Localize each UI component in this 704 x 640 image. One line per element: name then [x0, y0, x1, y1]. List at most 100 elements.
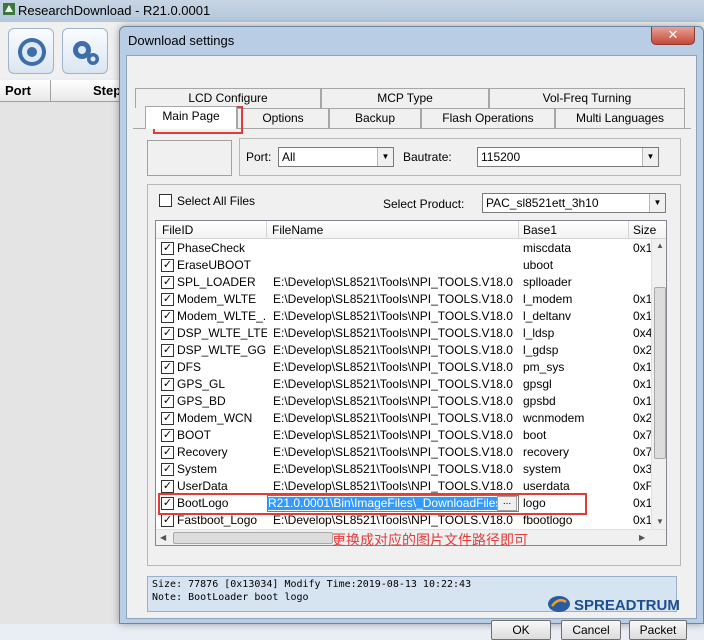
file-id-cell: BOOT: [177, 428, 212, 442]
base-cell: gpsgl: [523, 377, 552, 391]
load-packet-button[interactable]: [8, 28, 54, 74]
file-name-cell: E:\Develop\SL8521\Tools\NPI_TOOLS.V18.0.…: [273, 394, 513, 408]
baudrate-select[interactable]: 115200 ▼: [477, 147, 659, 167]
table-row[interactable]: ✓ SPL_LOADER E:\Develop\SL8521\Tools\NPI_T…: [156, 274, 652, 291]
gears-icon: [73, 41, 99, 65]
file-checkbox[interactable]: ✓: [161, 378, 174, 391]
blank-panel: [147, 140, 232, 176]
table-row[interactable]: ✓ BOOT E:\Develop\SL8521\Tools\NPI_TOOLS.V…: [156, 427, 652, 444]
file-checkbox[interactable]: ✓: [161, 310, 174, 323]
table-row[interactable]: ✓ DSP_WLTE_GGE E:\Develop\SL8521\Tools\NPI…: [156, 342, 652, 359]
column-header-filename[interactable]: FileName: [272, 223, 323, 237]
app-title: ResearchDownload - R21.0.0001: [18, 3, 211, 18]
file-name-cell: E:\Develop\SL8521\Tools\NPI_TOOLS.V18.0.…: [273, 309, 513, 323]
base-cell: uboot: [523, 258, 554, 272]
file-name-cell: E:\Develop\SL8521\Tools\NPI_TOOLS.V18.0.…: [273, 326, 513, 340]
file-id-cell: DSP_WLTE_LTE: [177, 326, 267, 340]
tab-backup[interactable]: Backup: [329, 108, 421, 128]
product-value: PAC_sl8521ett_3h10: [486, 196, 599, 210]
app-grid-body: [0, 102, 120, 624]
column-header-fileid[interactable]: FileID: [162, 223, 193, 237]
ok-button[interactable]: OK: [491, 620, 551, 640]
table-row[interactable]: ✓ Modem_WLTE_... E:\Develop\SL8521\Tools\N…: [156, 308, 652, 325]
file-name-cell: E:\Develop\SL8521\Tools\NPI_TOOLS.V18.0.…: [273, 377, 513, 391]
file-info-panel: Size: 77876 [0x13034] Modify Time:2019-0…: [147, 576, 680, 614]
scroll-thumb[interactable]: [654, 287, 666, 459]
vertical-scrollbar[interactable]: ▲ ▼: [651, 239, 666, 529]
packet-label: Packet: [639, 623, 677, 637]
packet-button[interactable]: Packet: [629, 620, 687, 640]
port-select[interactable]: All ▼: [278, 147, 394, 167]
file-checkbox[interactable]: ✓: [161, 276, 174, 289]
column-separator[interactable]: [628, 221, 629, 239]
base-cell: system: [523, 462, 562, 476]
close-icon: ✕: [667, 27, 679, 42]
scroll-up-icon[interactable]: ▲: [656, 241, 664, 250]
file-checkbox[interactable]: ✓: [161, 429, 174, 442]
tab-label: Multi Languages: [575, 111, 665, 125]
scroll-left-icon[interactable]: ◀: [160, 533, 166, 542]
table-row[interactable]: ✓ Modem_WLTE E:\Develop\SL8521\Tools\NPI_T…: [156, 291, 652, 308]
file-checkbox[interactable]: ✓: [161, 480, 174, 493]
file-id-cell: UserData: [177, 479, 228, 493]
base-cell: splloader: [523, 275, 572, 289]
close-button[interactable]: ✕: [651, 27, 695, 45]
file-checkbox[interactable]: ✓: [161, 259, 174, 272]
cancel-button[interactable]: Cancel: [561, 620, 621, 640]
file-name-cell: E:\Develop\SL8521\Tools\NPI_TOOLS.V18.0.…: [273, 479, 513, 493]
table-row[interactable]: ✓ GPS_GL E:\Develop\SL8521\Tools\NPI_TOOLS…: [156, 376, 652, 393]
select-product-label: Select Product:: [383, 197, 465, 211]
dialog-title: Download settings: [128, 33, 235, 48]
table-row[interactable]: ✓ EraseUBOOT uboot: [156, 257, 652, 274]
ok-label: OK: [512, 623, 530, 637]
tab-flash-operations[interactable]: Flash Operations: [421, 108, 555, 128]
file-checkbox[interactable]: ✓: [161, 327, 174, 340]
file-checkbox[interactable]: ✓: [161, 293, 174, 306]
column-header-size[interactable]: Size: [633, 223, 656, 237]
file-checkbox[interactable]: ✓: [161, 412, 174, 425]
column-header-base[interactable]: Base1: [523, 223, 557, 237]
tab-options[interactable]: Options: [237, 108, 329, 128]
file-name-cell: E:\Develop\SL8521\Tools\NPI_TOOLS.V18.0.…: [273, 513, 513, 527]
file-checkbox[interactable]: ✓: [161, 344, 174, 357]
tab-mcp-type[interactable]: MCP Type: [321, 88, 489, 108]
scroll-right-icon[interactable]: ▶: [639, 533, 645, 542]
scroll-thumb[interactable]: [173, 532, 333, 544]
tab-label: Flash Operations: [442, 111, 534, 125]
table-row[interactable]: ✓ System E:\Develop\SL8521\Tools\NPI_TOOLS…: [156, 461, 652, 478]
table-row[interactable]: ✓ PhaseCheck miscdata 0x1: [156, 240, 652, 257]
file-checkbox[interactable]: ✓: [161, 514, 174, 527]
scroll-down-icon[interactable]: ▼: [656, 517, 664, 526]
settings-button[interactable]: [62, 28, 108, 74]
file-checkbox[interactable]: ✓: [161, 446, 174, 459]
table-row[interactable]: ✓ Modem_WCN E:\Develop\SL8521\Tools\NPI_TO…: [156, 410, 652, 427]
file-checkbox[interactable]: ✓: [161, 463, 174, 476]
column-separator[interactable]: [518, 221, 519, 239]
chevron-down-icon: ▼: [649, 194, 665, 212]
file-id-cell: Recovery: [177, 445, 228, 459]
base-cell: userdata: [523, 479, 570, 493]
table-row[interactable]: ✓ DSP_WLTE_LTE E:\Develop\SL8521\Tools\NPI…: [156, 325, 652, 342]
base-cell: miscdata: [523, 241, 572, 255]
table-row[interactable]: ✓ DFS E:\Develop\SL8521\Tools\NPI_TOOLS.V1…: [156, 359, 652, 376]
app-grid-header: Port Step: [0, 80, 121, 102]
tab-vol-freq-turning[interactable]: Vol-Freq Turning: [489, 88, 685, 108]
file-checkbox[interactable]: ✓: [161, 395, 174, 408]
app-titlebar: ResearchDownload - R21.0.0001: [0, 0, 704, 22]
product-select[interactable]: PAC_sl8521ett_3h10 ▼: [482, 193, 666, 213]
app-icon: [3, 3, 15, 15]
file-checkbox[interactable]: ✓: [161, 242, 174, 255]
column-separator[interactable]: [266, 221, 267, 239]
select-all-checkbox[interactable]: [159, 194, 172, 207]
connection-group: Port: All ▼ Bautrate: 115200 ▼: [239, 138, 681, 176]
tab-label: MCP Type: [377, 91, 433, 105]
tab-main-page[interactable]: Main Page: [145, 106, 237, 129]
file-checkbox[interactable]: ✓: [161, 361, 174, 374]
table-row[interactable]: ✓ GPS_BD E:\Develop\SL8521\Tools\NPI_TOOLS…: [156, 393, 652, 410]
tab-label: Backup: [354, 111, 396, 125]
table-row[interactable]: ✓ Recovery E:\Develop\SL8521\Tools\NPI_TOO…: [156, 444, 652, 461]
tab-multi-languages[interactable]: Multi Languages: [555, 108, 685, 128]
tab-lcd-configure[interactable]: LCD Configure: [135, 88, 321, 108]
file-id-cell: DFS: [177, 360, 201, 374]
base-cell: l_ldsp: [523, 326, 555, 340]
